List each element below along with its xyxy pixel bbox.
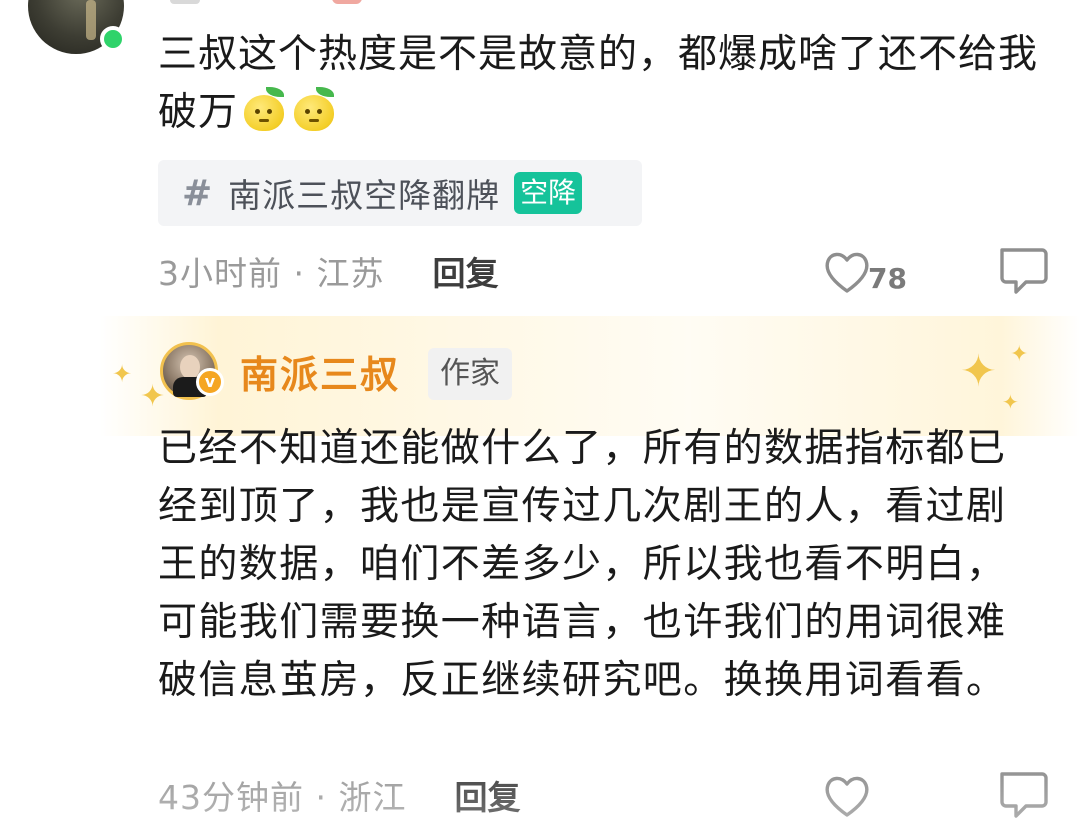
verified-badge-icon: v — [196, 368, 224, 396]
sparkle-icon: ✦ — [960, 346, 997, 397]
topic-link[interactable]: # 南派三叔空降翻牌 空降 — [158, 160, 642, 226]
comment-text: 已经不知道还能做什么了，所有的数据指标都已经到顶了，我也是宣传过几次剧王的人，看… — [158, 426, 1007, 703]
sparkle-icon: ✦ — [112, 360, 133, 388]
comment-thread: 三叔这个热度是不是故意的，都爆成啥了还不给我破万 # 南派三叔空降翻牌 空降 3… — [0, 0, 1080, 836]
topic-label: 南派三叔空降翻牌 — [228, 176, 501, 215]
online-status-dot — [100, 26, 126, 52]
comment-body: 三叔这个热度是不是故意的，都爆成啥了还不给我破万 — [158, 32, 1039, 135]
sparkle-icon: ✦ — [140, 379, 166, 414]
topic-badge: 空降 — [514, 172, 583, 214]
timestamp-location: 43分钟前 · 浙江 — [158, 778, 407, 817]
comment-button[interactable] — [992, 240, 1052, 300]
like-button[interactable] — [822, 768, 912, 824]
sparkle-icon: ✦ — [1002, 390, 1019, 414]
reply-button[interactable]: 回复 — [454, 771, 520, 819]
heart-icon — [825, 776, 869, 817]
timestamp-location: 3小时前 · 江苏 — [158, 254, 385, 293]
lemon-emoji-icon — [242, 87, 288, 133]
comment-meta: 43分钟前 · 浙江 回复 — [158, 770, 520, 820]
comment-bubble-icon — [1000, 772, 1048, 818]
comment-meta: 3小时前 · 江苏 回复 — [158, 246, 498, 296]
like-count: 78 — [868, 261, 907, 295]
comment-bubble-icon — [1000, 248, 1048, 294]
avatar-figure — [86, 0, 96, 40]
lemon-emoji-icon — [292, 87, 338, 133]
heart-icon — [825, 252, 869, 293]
comment-text: 三叔这个热度是不是故意的，都爆成啥了还不给我破万 — [158, 26, 1038, 142]
cropped-badge — [332, 0, 362, 4]
author-role-tag: 作家 — [428, 348, 512, 400]
hashtag-icon: # — [182, 172, 213, 214]
author-name[interactable]: 南派三叔 — [240, 344, 400, 399]
comment-button[interactable] — [992, 764, 1052, 824]
like-button[interactable]: 78 — [822, 244, 912, 300]
sparkle-icon: ✦ — [1010, 342, 1029, 367]
cropped-username — [170, 0, 200, 4]
reply-button[interactable]: 回复 — [432, 247, 498, 295]
